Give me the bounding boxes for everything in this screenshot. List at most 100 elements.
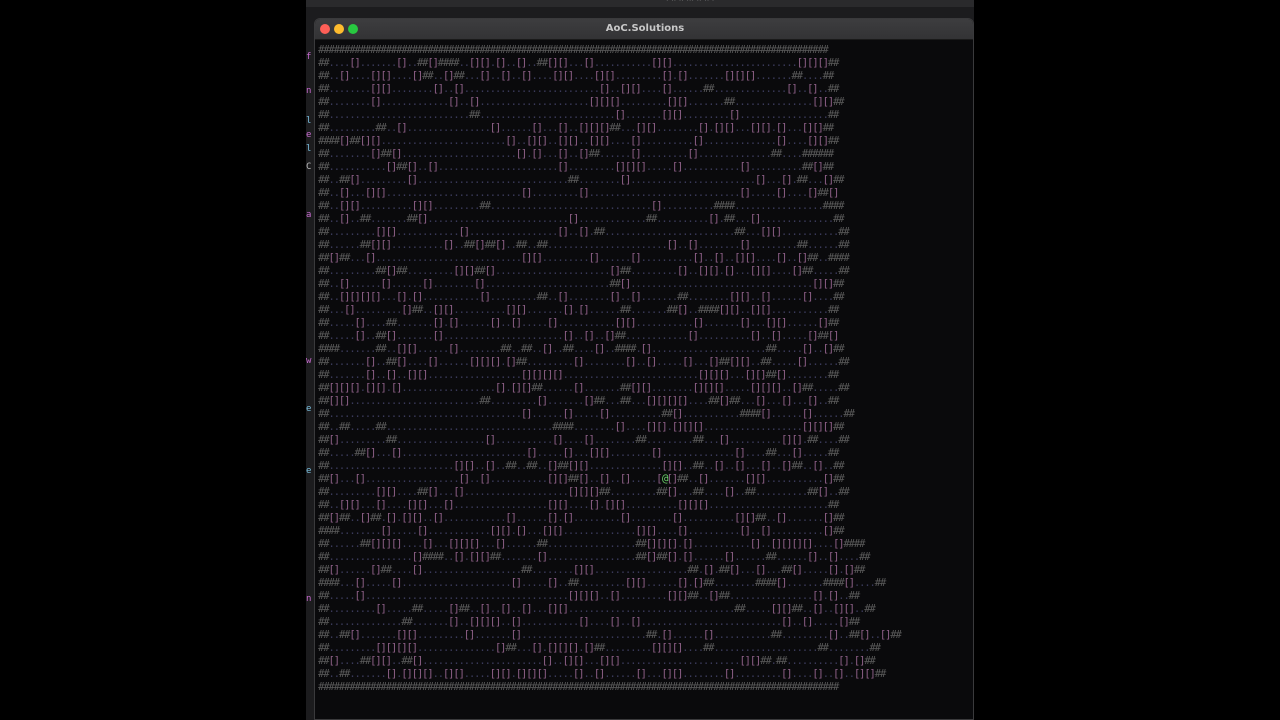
- wall-segment: ##: [869, 641, 881, 654]
- floor-segment: ...: [744, 225, 762, 238]
- box-segment: []: [328, 251, 340, 264]
- wall-segment: ##: [822, 69, 835, 82]
- floor-segment: ...........: [635, 316, 694, 329]
- wall-segment: ##: [375, 342, 387, 355]
- floor-segment: ....: [588, 615, 610, 628]
- floor-segment: ...........: [593, 56, 653, 69]
- box-segment: []: [385, 368, 398, 381]
- wall-segment: ##: [718, 563, 731, 576]
- floor-segment: ...........: [422, 290, 481, 303]
- floor-segment: ......: [437, 355, 471, 368]
- gutter-char: n: [306, 594, 312, 604]
- box-segment: [][]: [645, 420, 668, 433]
- wall-segment: ##: [375, 264, 387, 277]
- wall-segment: ##: [318, 147, 330, 160]
- map-row: ##.........[][][][]...............[]##..…: [318, 641, 972, 654]
- box-segment: [][]: [713, 121, 735, 134]
- floor-segment: ..: [796, 82, 809, 95]
- box-segment: []: [682, 355, 694, 368]
- map-row: ##[]......[]##....[]...................#…: [318, 563, 972, 576]
- floor-segment: ....: [562, 433, 584, 446]
- box-segment: [][]: [806, 134, 829, 147]
- box-segment: []: [494, 56, 507, 69]
- box-segment: [][]: [562, 654, 584, 667]
- box-segment: []: [385, 160, 398, 173]
- box-segment: []: [494, 381, 507, 394]
- box-segment: []: [796, 355, 809, 368]
- box-segment: [][]: [593, 69, 616, 82]
- box-segment: []: [338, 277, 351, 290]
- box-segment: [][]: [812, 95, 834, 108]
- floor-segment: ..: [552, 342, 564, 355]
- box-segment: []: [572, 355, 585, 368]
- box-segment: []: [442, 498, 455, 511]
- wall-segment: ##: [354, 446, 366, 459]
- floor-segment: ...: [739, 394, 756, 407]
- map-row: ##.........[][]....##[]...[]............…: [318, 485, 972, 498]
- floor-segment: .................: [734, 199, 824, 212]
- box-segment: []: [427, 56, 439, 69]
- floor-segment: .......................: [442, 329, 564, 342]
- floor-segment: .................: [396, 433, 486, 446]
- wall-segment: ########################################…: [318, 680, 839, 693]
- terminal-output[interactable]: ########################################…: [318, 43, 972, 699]
- box-segment: []: [827, 550, 840, 563]
- box-segment: []: [494, 537, 507, 550]
- box-segment: [][][]: [468, 615, 502, 628]
- floor-segment: .............: [380, 95, 449, 108]
- map-row: ##[][].........................##.......…: [318, 394, 972, 407]
- wall-segment: ##: [822, 121, 835, 134]
- floor-segment: ..: [328, 667, 340, 680]
- box-segment: [][]: [510, 381, 532, 394]
- wall-segment: ##: [401, 615, 413, 628]
- floor-segment: ..: [536, 459, 548, 472]
- floor-segment: ........................: [671, 56, 798, 69]
- box-segment: []: [827, 589, 840, 602]
- floor-segment: ........: [593, 433, 637, 446]
- wall-segment: ##: [801, 264, 814, 277]
- box-segment: []: [583, 56, 595, 69]
- box-segment: [][]: [370, 82, 392, 95]
- floor-segment: ...: [515, 641, 533, 654]
- floor-segment: ..: [817, 82, 829, 95]
- box-segment: []: [562, 511, 575, 524]
- box-segment: []: [832, 537, 845, 550]
- box-segment: []: [718, 394, 731, 407]
- floor-segment: .........: [578, 576, 626, 589]
- box-segment: []: [713, 251, 725, 264]
- box-segment: [][]: [541, 524, 564, 537]
- wall-segment: ##: [827, 303, 840, 316]
- box-segment: []: [775, 251, 788, 264]
- floor-segment: ..: [500, 615, 512, 628]
- box-segment: []: [801, 407, 814, 420]
- wall-segment: ##: [515, 355, 528, 368]
- box-segment: []: [614, 420, 626, 433]
- floor-segment: ...........: [780, 225, 840, 238]
- box-segment: []: [635, 667, 647, 680]
- floor-segment: ..: [500, 316, 512, 329]
- wall-segment: ##: [822, 160, 835, 173]
- box-segment: []: [328, 511, 340, 524]
- floor-segment: .....: [328, 446, 355, 459]
- wall-segment: ##: [318, 563, 330, 576]
- floor-segment: ..: [328, 628, 340, 641]
- box-segment: [][][]: [567, 589, 601, 602]
- wall-segment: ##: [520, 342, 533, 355]
- wall-segment: ##: [536, 290, 548, 303]
- floor-segment: .......: [702, 316, 741, 329]
- floor-segment: .......: [583, 381, 621, 394]
- floor-segment: ..: [827, 485, 840, 498]
- floor-segment: .....: [801, 563, 829, 576]
- wall-segment: ##: [593, 225, 606, 238]
- map-row: ##[][][].[][].[]..................[].[][…: [318, 381, 972, 394]
- title-bar[interactable]: AoC.Solutions: [315, 19, 973, 40]
- map-row: ##......##[][]..........[]..##[]##[]..##…: [318, 238, 972, 251]
- floor-segment: ..: [567, 225, 580, 238]
- box-segment: []: [630, 147, 642, 160]
- floor-segment: ..........: [640, 134, 694, 147]
- floor-segment: .......: [687, 69, 725, 82]
- floor-segment: ...: [541, 147, 559, 160]
- box-segment: []: [666, 238, 679, 251]
- wall-segment: ##: [806, 485, 819, 498]
- wall-segment: ##: [765, 550, 777, 563]
